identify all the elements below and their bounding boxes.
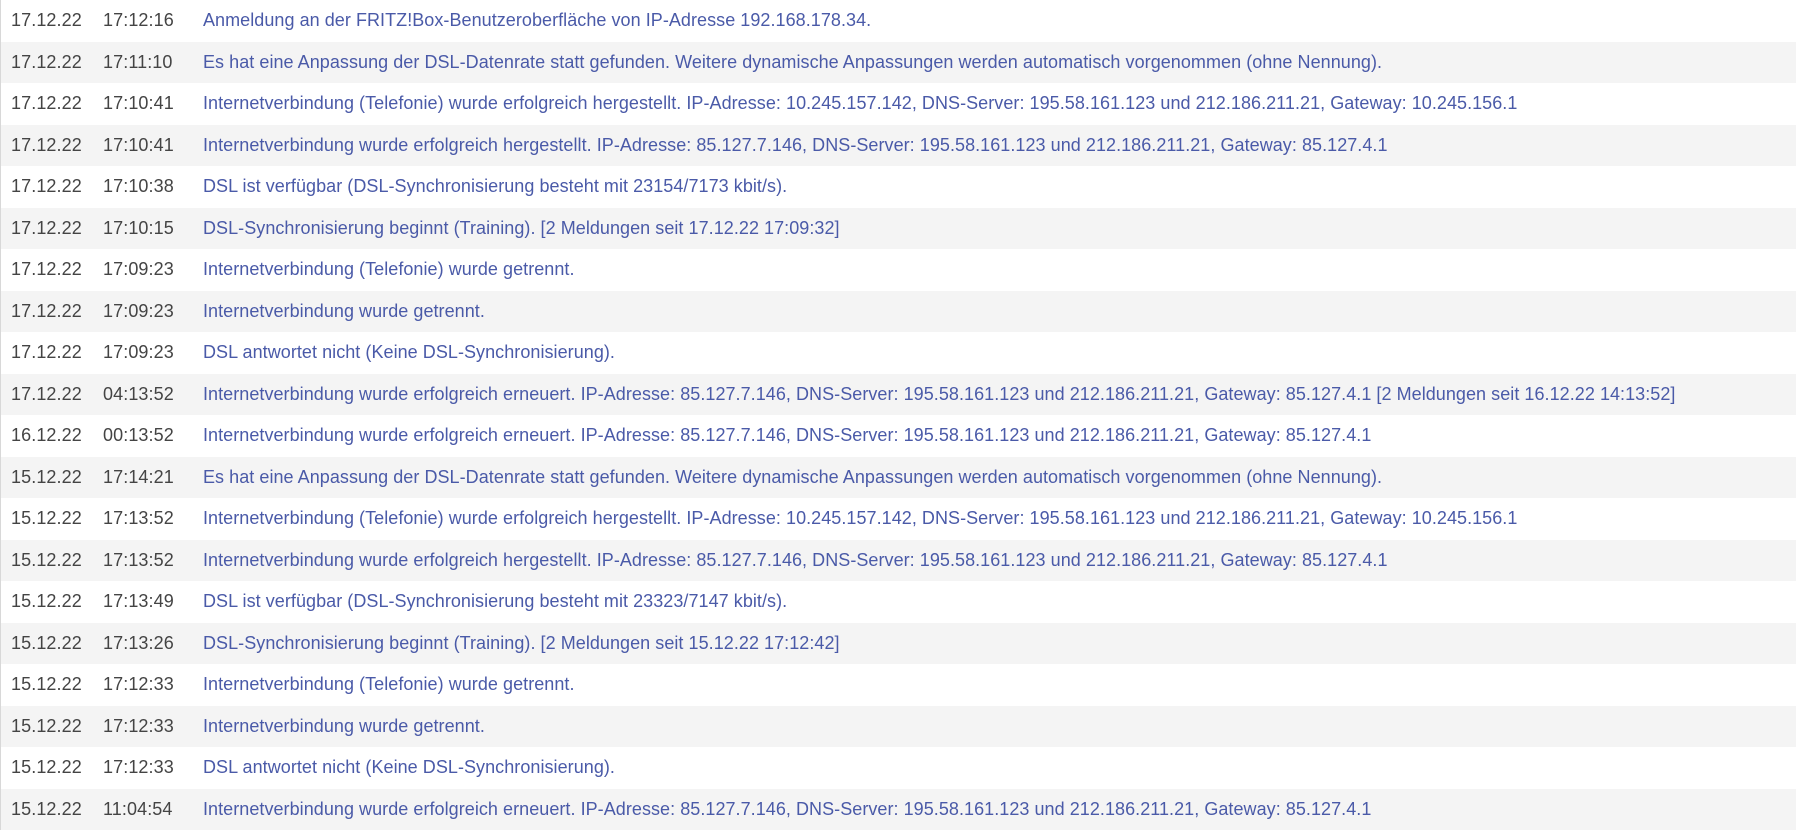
log-entry-time: 00:13:52	[103, 425, 174, 446]
log-entry-time: 11:04:54	[103, 798, 173, 819]
log-entry-message-link[interactable]: Internetverbindung (Telefonie) wurde get…	[203, 259, 1796, 280]
log-entry: 15.12.22 17:13:52 Internetverbindung wur…	[0, 539, 1796, 581]
log-entry-message-link[interactable]: Internetverbindung (Telefonie) wurde get…	[203, 674, 1796, 695]
log-entry-date: 15.12.22	[11, 508, 82, 529]
log-entry: 15.12.22 17:12:33 Internetverbindung (Te…	[0, 664, 1796, 706]
log-entry: 17.12.22 17:09:23 DSL antwortet nicht (K…	[0, 332, 1796, 374]
log-entry-time: 17:09:23	[103, 259, 174, 280]
log-entry-message-link[interactable]: DSL ist verfügbar (DSL-Synchronisierung …	[203, 591, 1796, 612]
log-entry: 15.12.22 17:13:26 DSL-Synchronisierung b…	[0, 622, 1796, 664]
log-entry-message-link[interactable]: DSL-Synchronisierung beginnt (Training).…	[203, 218, 1796, 239]
log-entry-time: 17:12:33	[103, 674, 174, 695]
log-entry: 17.12.22 17:10:15 DSL-Synchronisierung b…	[0, 207, 1796, 249]
log-entry-time: 17:13:26	[103, 632, 174, 653]
log-entry-date: 15.12.22	[11, 757, 82, 778]
event-log: 17.12.22 17:12:16 Anmeldung an der FRITZ…	[0, 0, 1796, 834]
log-entry-date: 17.12.22	[11, 217, 82, 238]
log-entry-message-link[interactable]: Internetverbindung wurde erfolgreich her…	[203, 135, 1796, 156]
log-entry: 17.12.22 17:11:10 Es hat eine Anpassung …	[0, 41, 1796, 83]
log-entry-time: 17:13:52	[103, 549, 174, 570]
log-entry: 17.12.22 17:10:41 Internetverbindung wur…	[0, 124, 1796, 166]
log-entry-message-link[interactable]: Internetverbindung wurde erfolgreich ern…	[203, 425, 1796, 446]
log-entry-message-link[interactable]: Es hat eine Anpassung der DSL-Datenrate …	[203, 52, 1796, 73]
log-entry-date: 15.12.22	[11, 632, 82, 653]
log-entry-date: 17.12.22	[11, 10, 82, 31]
log-entry-message-link[interactable]: Internetverbindung (Telefonie) wurde erf…	[203, 508, 1796, 529]
log-entry-message-link[interactable]: Internetverbindung wurde getrennt.	[203, 301, 1796, 322]
log-entry-date: 15.12.22	[11, 466, 82, 487]
log-entry-message-link[interactable]: Es hat eine Anpassung der DSL-Datenrate …	[203, 467, 1796, 488]
log-entry-date: 15.12.22	[11, 674, 82, 695]
log-entry-time: 17:11:10	[103, 51, 173, 72]
log-entry: 17.12.22 17:12:16 Anmeldung an der FRITZ…	[0, 0, 1796, 42]
log-entry: 16.12.22 00:13:52 Internetverbindung wur…	[0, 415, 1796, 457]
log-entry: 17.12.22 17:10:38 DSL ist verfügbar (DSL…	[0, 166, 1796, 208]
log-entry-time: 17:12:16	[103, 10, 174, 31]
log-entry-time: 17:10:15	[103, 217, 174, 238]
log-entry-time: 17:12:33	[103, 715, 174, 736]
log-entry: 17.12.22 17:10:41 Internetverbindung (Te…	[0, 83, 1796, 125]
log-entry: 17.12.22 04:13:52 Internetverbindung wur…	[0, 373, 1796, 415]
log-entry-date: 17.12.22	[11, 176, 82, 197]
log-entry-date: 17.12.22	[11, 93, 82, 114]
log-entry-date: 16.12.22	[11, 425, 82, 446]
log-entry-message-link[interactable]: DSL ist verfügbar (DSL-Synchronisierung …	[203, 176, 1796, 197]
log-entry: 17.12.22 17:09:23 Internetverbindung (Te…	[0, 249, 1796, 291]
log-entry-date: 17.12.22	[11, 342, 82, 363]
log-entry-message-link[interactable]: Internetverbindung wurde erfolgreich ern…	[203, 799, 1796, 820]
log-entry: 15.12.22 17:12:33 Internetverbindung wur…	[0, 705, 1796, 747]
log-entry: 15.12.22 11:04:54 Internetverbindung wur…	[0, 788, 1796, 830]
log-entry: 15.12.22 17:14:21 Es hat eine Anpassung …	[0, 456, 1796, 498]
log-entry-date: 15.12.22	[11, 798, 82, 819]
log-entry-message-link[interactable]: Anmeldung an der FRITZ!Box-Benutzeroberf…	[203, 10, 1796, 31]
log-entry-time: 17:09:23	[103, 342, 174, 363]
log-entry: 15.12.22 17:12:33 DSL antwortet nicht (K…	[0, 747, 1796, 789]
log-entry-date: 17.12.22	[11, 259, 82, 280]
log-entry-time: 04:13:52	[103, 383, 174, 404]
log-entry-message-link[interactable]: Internetverbindung wurde erfolgreich ern…	[203, 384, 1796, 405]
log-entry: 15.12.22 17:13:49 DSL ist verfügbar (DSL…	[0, 581, 1796, 623]
log-entry-date: 15.12.22	[11, 549, 82, 570]
log-entry-message-link[interactable]: Internetverbindung wurde erfolgreich her…	[203, 550, 1796, 571]
log-entry-date: 17.12.22	[11, 51, 82, 72]
log-entry: 17.12.22 17:09:23 Internetverbindung wur…	[0, 290, 1796, 332]
log-entry-time: 17:10:41	[103, 134, 174, 155]
log-entry-message-link[interactable]: Internetverbindung (Telefonie) wurde erf…	[203, 93, 1796, 114]
log-entry-time: 17:10:41	[103, 93, 174, 114]
log-entry-date: 15.12.22	[11, 715, 82, 736]
log-entry-time: 17:09:23	[103, 300, 174, 321]
log-entry-date: 15.12.22	[11, 591, 82, 612]
log-entry-time: 17:13:49	[103, 591, 174, 612]
log-entry-message-link[interactable]: Internetverbindung wurde getrennt.	[203, 716, 1796, 737]
log-entry-message-link[interactable]: DSL antwortet nicht (Keine DSL-Synchroni…	[203, 342, 1796, 363]
log-entry-time: 17:13:52	[103, 508, 174, 529]
log-entry: 15.12.22 17:13:52 Internetverbindung (Te…	[0, 498, 1796, 540]
log-entry-date: 17.12.22	[11, 300, 82, 321]
log-entry-time: 17:10:38	[103, 176, 174, 197]
log-entry-message-link[interactable]: DSL-Synchronisierung beginnt (Training).…	[203, 633, 1796, 654]
log-entry-date: 17.12.22	[11, 383, 82, 404]
log-entry-time: 17:14:21	[103, 466, 174, 487]
log-entry-time: 17:12:33	[103, 757, 174, 778]
log-entry-message-link[interactable]: DSL antwortet nicht (Keine DSL-Synchroni…	[203, 757, 1796, 778]
log-entry-date: 17.12.22	[11, 134, 82, 155]
event-log-list: 17.12.22 17:12:16 Anmeldung an der FRITZ…	[0, 0, 1796, 830]
